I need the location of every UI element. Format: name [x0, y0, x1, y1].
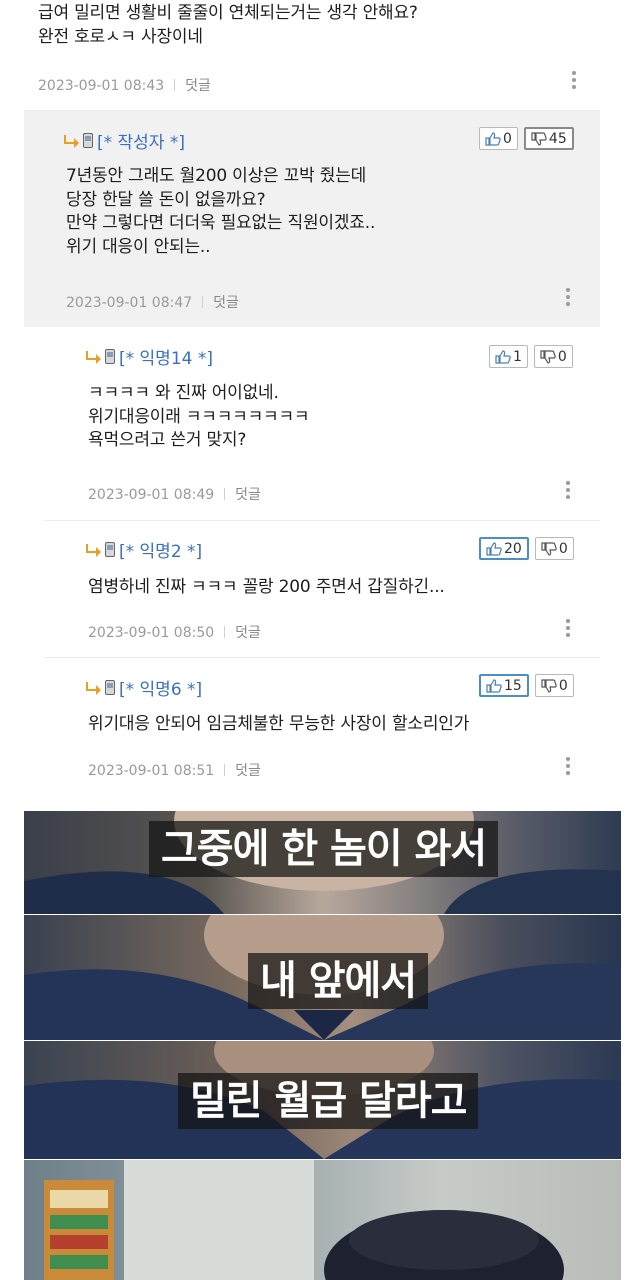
- vote-buttons: 0 45: [479, 127, 574, 150]
- reply-arrow-icon: [86, 681, 101, 695]
- reply-link[interactable]: 덧글: [235, 763, 261, 779]
- mobile-icon: [105, 349, 115, 364]
- comment-date: 2023-09-01 08:51: [88, 763, 215, 779]
- comment-author: [* 익명6 *]: [86, 675, 202, 700]
- vote-buttons: 20 0: [479, 537, 574, 560]
- thumbs-down-icon: [531, 131, 547, 146]
- more-options-icon[interactable]: [572, 71, 576, 92]
- reply-link[interactable]: 덧글: [185, 78, 211, 94]
- divider: [224, 764, 226, 776]
- more-options-icon[interactable]: [566, 288, 570, 309]
- mobile-icon: [105, 680, 115, 695]
- comment-body: 위기대응 안되어 임금체불한 무능한 사장이 할소리인가: [88, 714, 470, 734]
- downvote-button[interactable]: 0: [533, 345, 573, 368]
- divider: [224, 626, 226, 638]
- meme-caption: 밀린 월급 달라고: [178, 1073, 479, 1129]
- thumbs-down-icon: [540, 349, 556, 364]
- meme-panel-3: 밀린 월급 달라고: [24, 1041, 621, 1159]
- comment-date: 2023-09-01 08:50: [88, 625, 215, 641]
- comment-date: 2023-09-01 08:47: [66, 295, 193, 311]
- comment-author: [* 익명14 *]: [86, 344, 213, 369]
- reply-link[interactable]: 덧글: [235, 625, 261, 641]
- more-options-icon[interactable]: [566, 481, 570, 502]
- divider: [202, 296, 204, 308]
- comment-body: 급여 밀리면 생활비 줄줄이 연체되는거는 생각 안해요? 완전 호로ㅅㅋ 사장…: [38, 3, 418, 47]
- reply-arrow-icon: [86, 350, 101, 364]
- thumbs-up-icon: [485, 131, 501, 146]
- comment-meta: 2023-09-01 08:50 덧글: [88, 622, 261, 642]
- upvote-button[interactable]: 0: [479, 127, 518, 150]
- comment-meta: 2023-09-01 08:43 덧글: [38, 75, 211, 95]
- comment-date: 2023-09-01 08:43: [38, 78, 165, 94]
- reply-link[interactable]: 덧글: [235, 487, 261, 503]
- more-options-icon[interactable]: [566, 619, 570, 640]
- downvote-button[interactable]: 0: [534, 674, 574, 697]
- person-figure: [44, 1160, 564, 1280]
- thumbs-up-icon: [486, 541, 502, 556]
- upvote-button[interactable]: 15: [479, 674, 529, 697]
- comment-meta: 2023-09-01 08:47 덧글: [66, 292, 239, 312]
- comment-author: [* 익명2 *]: [86, 537, 202, 562]
- comment-meta: 2023-09-01 08:49 덧글: [88, 484, 261, 504]
- more-options-icon[interactable]: [566, 757, 570, 778]
- divider: [174, 79, 176, 91]
- divider: [224, 488, 226, 500]
- divider: [44, 657, 600, 658]
- comment-body: 7년동안 그래도 월200 이상은 꼬박 줬는데 당장 한달 쓸 돈이 없을까요…: [66, 166, 376, 257]
- meme-panel-4: [24, 1160, 621, 1280]
- comment-author: [* 작성자 *]: [64, 128, 185, 153]
- divider: [44, 520, 600, 521]
- vote-buttons: 1 0: [489, 345, 573, 368]
- reply-link[interactable]: 덧글: [213, 295, 239, 311]
- thumbs-down-icon: [541, 678, 557, 693]
- reply-arrow-icon: [64, 134, 79, 148]
- comment-body: ㅋㅋㅋㅋ 와 진짜 어이없네. 위기대응이래 ㅋㅋㅋㅋㅋㅋㅋㅋ 욕먹으려고 쓴거…: [88, 383, 310, 450]
- downvote-button[interactable]: 45: [523, 127, 574, 150]
- meme-caption: 그중에 한 놈이 와서: [149, 821, 499, 877]
- reply-arrow-icon: [86, 543, 101, 557]
- meme-panel-2: 내 앞에서: [24, 915, 621, 1040]
- upvote-button[interactable]: 20: [479, 537, 529, 560]
- thumbs-down-icon: [541, 541, 557, 556]
- comment-meta: 2023-09-01 08:51 덧글: [88, 760, 261, 780]
- thumbs-up-icon: [486, 678, 502, 693]
- comment-body: 염병하네 진짜 ㅋㅋㅋ 꼴랑 200 주면서 갑질하긴...: [88, 577, 445, 597]
- downvote-button[interactable]: 0: [534, 537, 574, 560]
- thumbs-up-icon: [495, 349, 511, 364]
- meme-panel-1: 그중에 한 놈이 와서: [24, 811, 621, 914]
- upvote-button[interactable]: 1: [489, 345, 528, 368]
- mobile-icon: [105, 542, 115, 557]
- vote-buttons: 15 0: [479, 674, 574, 697]
- mobile-icon: [83, 133, 93, 148]
- meme-image: 그중에 한 놈이 와서 내 앞에서 밀린 월급 달라고: [24, 811, 621, 1280]
- meme-caption: 내 앞에서: [248, 953, 429, 1009]
- comment-date: 2023-09-01 08:49: [88, 487, 215, 503]
